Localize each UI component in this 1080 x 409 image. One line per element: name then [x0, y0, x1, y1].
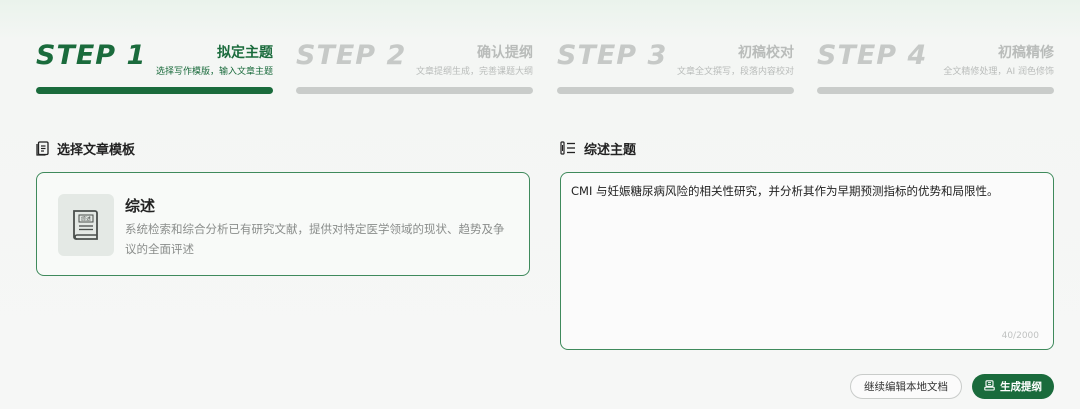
review-book-icon-label: 综述: [81, 216, 91, 223]
step-progress: STEP 1 拟定主题 选择写作模版，输入文章主题 STEP 2 确认提纲 文章…: [36, 38, 1054, 94]
generate-outline-button[interactable]: 生成提纲: [972, 374, 1054, 399]
step-3-progress-bar: [557, 87, 794, 94]
topic-input-box: CMI 与妊娠糖尿病风险的相关性研究，并分析其作为早期预测指标的优势和局限性。 …: [560, 172, 1054, 350]
template-section-header: 选择文章模板: [36, 139, 136, 158]
generate-outline-label: 生成提纲: [1000, 381, 1042, 393]
step-2[interactable]: STEP 2 确认提纲 文章提纲生成，完善课题大纲: [296, 38, 533, 94]
step-4[interactable]: STEP 4 初稿精修 全文精修处理，AI 润色修饰: [817, 38, 1054, 94]
character-counter: 40/2000: [1001, 331, 1039, 341]
outline-generate-icon: [984, 379, 995, 394]
topic-section-title: 综述主题: [584, 142, 637, 158]
step-4-progress-bar: [817, 87, 1054, 94]
step-4-subtitle: 全文精修处理，AI 润色修饰: [943, 67, 1054, 77]
step-4-number: STEP 4: [817, 40, 928, 71]
continue-editing-label: 继续编辑本地文档: [864, 381, 948, 393]
step-1-progress-bar: [36, 87, 273, 94]
document-list-icon: [36, 140, 49, 156]
text-list-icon: [560, 141, 576, 155]
topic-input[interactable]: CMI 与妊娠糖尿病风险的相关性研究，并分析其作为早期预测指标的优势和局限性。: [561, 173, 1053, 349]
step-3-subtitle: 文章全文撰写，段落内容校对: [676, 67, 794, 77]
step-3-number: STEP 3: [557, 40, 668, 71]
step-1-title: 拟定主题: [217, 45, 273, 61]
step-1[interactable]: STEP 1 拟定主题 选择写作模版，输入文章主题: [36, 38, 273, 94]
step-1-subtitle: 选择写作模版，输入文章主题: [155, 67, 273, 77]
topic-section-header: 综述主题: [560, 139, 637, 158]
step-2-number: STEP 2: [296, 40, 407, 71]
continue-editing-local-doc-button[interactable]: 继续编辑本地文档: [850, 374, 962, 399]
step-1-number: STEP 1: [36, 40, 147, 71]
step-2-subtitle: 文章提纲生成，完善课题大纲: [415, 67, 533, 77]
template-card-review[interactable]: 综述 综述 系统检索和综合分析已有研究文献，提供对特定医学领域的现状、趋势及争议…: [36, 172, 530, 276]
review-book-icon: 综述: [58, 194, 114, 256]
template-name: 综述: [125, 197, 156, 215]
step-3[interactable]: STEP 3 初稿校对 文章全文撰写，段落内容校对: [557, 38, 794, 94]
step-3-title: 初稿校对: [738, 45, 794, 61]
template-description: 系统检索和综合分析已有研究文献，提供对特定医学领域的现状、趋势及争议的全面评述: [125, 222, 505, 256]
step-2-title: 确认提纲: [477, 45, 533, 61]
step-2-progress-bar: [296, 87, 533, 94]
step-4-title: 初稿精修: [998, 45, 1054, 61]
template-section-title: 选择文章模板: [57, 142, 136, 158]
